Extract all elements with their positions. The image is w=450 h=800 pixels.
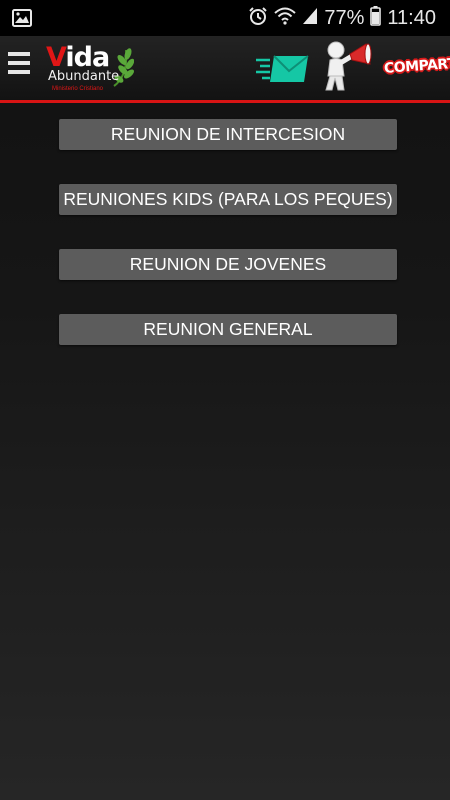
app-bar-divider bbox=[0, 100, 450, 103]
alarm-icon bbox=[248, 6, 268, 31]
clock: 11:40 bbox=[387, 6, 436, 29]
reuniones-kids-button[interactable]: REUNIONES KIDS (PARA LOS PEQUES) bbox=[59, 184, 397, 215]
hamburger-menu-icon[interactable] bbox=[8, 52, 32, 82]
signal-icon bbox=[302, 7, 318, 30]
wifi-icon bbox=[274, 7, 297, 30]
logo-subtitle: Ministerio Cristiano bbox=[52, 86, 104, 92]
battery-icon bbox=[370, 5, 382, 31]
app-logo: Vida Abundante Ministerio Cristiano bbox=[44, 42, 136, 94]
reunion-general-button[interactable]: REUNION GENERAL bbox=[59, 314, 397, 345]
logo-abundante: Abundante bbox=[48, 69, 120, 84]
image-icon bbox=[12, 9, 32, 32]
status-bar: 77% 11:40 bbox=[0, 0, 450, 36]
share-megaphone-icon[interactable] bbox=[320, 40, 376, 97]
battery-percent: 77% bbox=[324, 6, 365, 29]
mail-icon[interactable] bbox=[254, 52, 310, 89]
reunion-jovenes-button[interactable]: REUNION DE JOVENES bbox=[59, 249, 397, 280]
reunion-intercesion-button[interactable]: REUNION DE INTERCESION bbox=[59, 119, 397, 150]
meetings-menu: REUNION DE INTERCESION REUNIONES KIDS (P… bbox=[59, 119, 397, 379]
